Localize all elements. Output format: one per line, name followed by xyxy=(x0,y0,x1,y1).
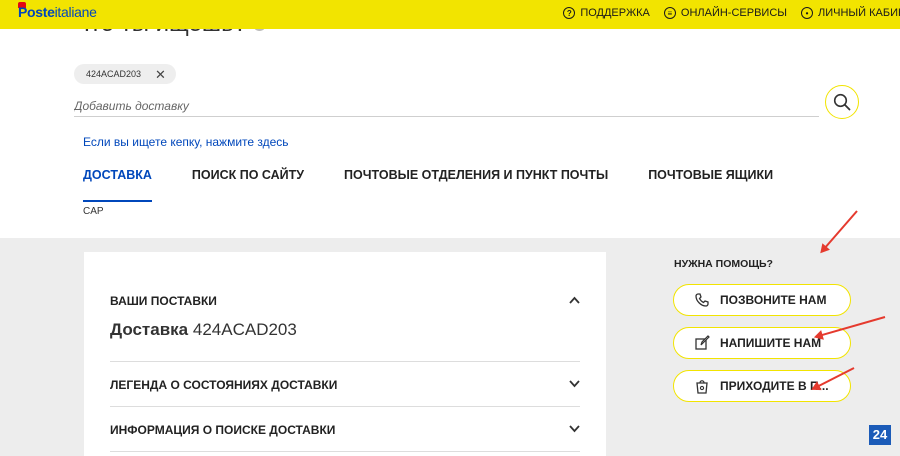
tracking-chip: 424ACAD203 ✕ xyxy=(74,64,176,84)
personal-account-link[interactable]: • ЛИЧНЫЙ КАБИНЕТ xyxy=(801,7,900,19)
chevron-down-icon xyxy=(569,422,580,436)
search-info-header[interactable]: ИНФОРМАЦИЯ О ПОИСКЕ ДОСТАВКИ xyxy=(110,423,580,437)
cap-search-link[interactable]: Если вы ищете кепку, нажмите здесь xyxy=(83,135,289,149)
tab-delivery[interactable]: ДОСТАВКА xyxy=(83,168,152,202)
chip-label: 424ACAD203 xyxy=(86,69,142,79)
delivery-label: Доставка xyxy=(110,320,189,339)
online-services-link[interactable]: ≡ ОНЛАЙН-СЕРВИСЫ xyxy=(663,7,788,19)
support-link-label: ПОДДЕРЖКА xyxy=(580,7,650,19)
delivery-title: Доставка 424ACAD203 xyxy=(110,320,297,340)
tab-post-offices[interactable]: ПОЧТОВЫЕ ОТДЕЛЕНИЯ И ПУНКТ ПОЧТЫ xyxy=(344,168,608,202)
search-info-label: ИНФОРМАЦИЯ О ПОИСКЕ ДОСТАВКИ xyxy=(110,423,336,437)
header-foreground: Posteitaliane ? ПОДДЕРЖКА ≡ ОНЛАЙН-СЕРВИ… xyxy=(0,0,900,29)
write-us-label: НАПИШИТЕ НАМ xyxy=(720,336,822,350)
tab-mailboxes[interactable]: ПОЧТОВЫЕ ЯЩИКИ xyxy=(648,168,773,202)
user-circle-icon: • xyxy=(801,7,814,19)
close-icon[interactable]: ✕ xyxy=(155,68,166,81)
personal-account-label: ЛИЧНЫЙ КАБИНЕТ xyxy=(818,7,900,19)
visit-us-button[interactable]: ПРИХОДИТЕ В П... xyxy=(673,370,851,402)
status-legend-label: ЛЕГЕНДА О СОСТОЯНИЯХ ДОСТАВКИ xyxy=(110,378,338,392)
tab-site-search[interactable]: ПОИСК ПО САЙТУ xyxy=(192,168,304,202)
cap-sublabel[interactable]: CAP xyxy=(83,206,104,217)
deliveries-card: ВАШИ ПОСТАВКИ Доставка 424ACAD203 ЛЕГЕНД… xyxy=(84,252,606,456)
site-badge: 24 xyxy=(869,425,891,445)
search-button[interactable] xyxy=(825,85,859,119)
list-circle-icon: ≡ xyxy=(663,7,676,19)
add-delivery-input[interactable] xyxy=(74,95,819,117)
support-link[interactable]: ? ПОДДЕРЖКА xyxy=(563,7,650,19)
status-legend-header[interactable]: ЛЕГЕНДА О СОСТОЯНИЯХ ДОСТАВКИ xyxy=(110,378,580,392)
your-deliveries-label: ВАШИ ПОСТАВКИ xyxy=(110,294,217,308)
phone-icon xyxy=(695,293,709,307)
divider xyxy=(110,361,580,362)
shopping-bag-icon xyxy=(696,380,708,394)
question-circle-icon: ? xyxy=(563,7,576,19)
logo-text[interactable]: Posteitaliane xyxy=(18,4,97,20)
header-links-fg: ? ПОДДЕРЖКА ≡ ОНЛАЙН-СЕРВИСЫ • ЛИЧНЫЙ КА… xyxy=(563,7,900,19)
chevron-down-icon xyxy=(569,377,580,391)
search-tabs: ДОСТАВКА ПОИСК ПО САЙТУ ПОЧТОВЫЕ ОТДЕЛЕН… xyxy=(83,168,813,202)
your-deliveries-header[interactable]: ВАШИ ПОСТАВКИ xyxy=(110,294,580,308)
edit-icon xyxy=(695,335,710,350)
divider xyxy=(110,451,580,452)
online-services-label: ОНЛАЙН-СЕРВИСЫ xyxy=(680,7,788,19)
call-us-button[interactable]: ПОЗВОНИТЕ НАМ xyxy=(673,284,851,316)
call-us-label: ПОЗВОНИТЕ НАМ xyxy=(720,293,827,307)
search-icon xyxy=(833,93,851,111)
divider xyxy=(110,406,580,407)
delivery-code: 424ACAD203 xyxy=(192,320,297,339)
chevron-up-icon xyxy=(569,293,580,307)
help-title: НУЖНА ПОМОЩЬ? xyxy=(674,258,773,270)
write-us-button[interactable]: НАПИШИТЕ НАМ xyxy=(673,327,851,359)
